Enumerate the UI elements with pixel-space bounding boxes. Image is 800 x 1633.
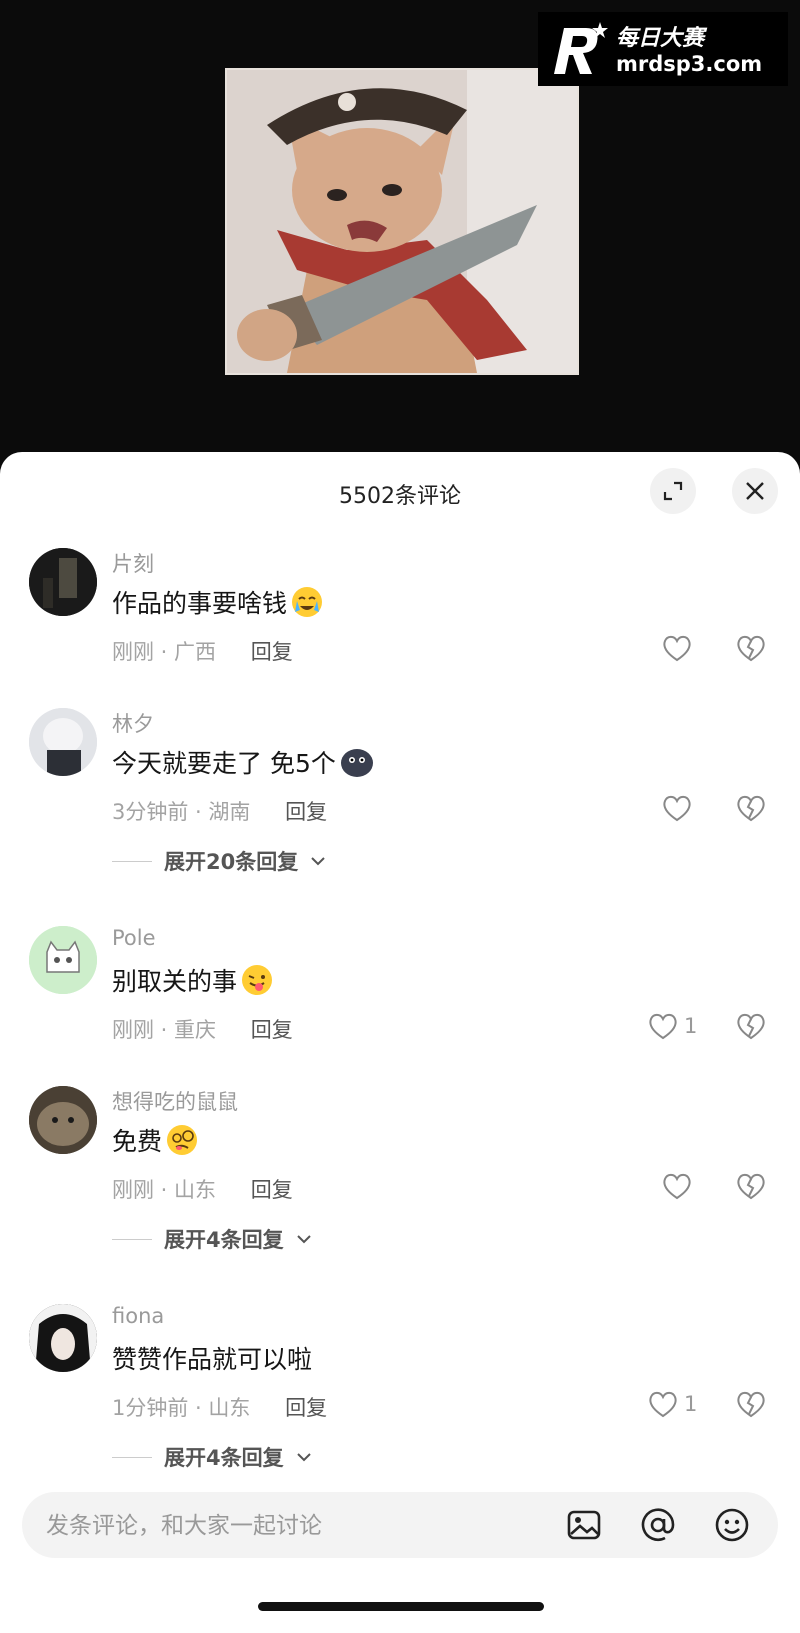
avatar[interactable] bbox=[29, 1086, 97, 1154]
dark-blob-emoji-icon bbox=[340, 749, 373, 777]
avatar[interactable] bbox=[29, 1304, 97, 1372]
divider bbox=[112, 860, 152, 862]
heart-icon bbox=[663, 1173, 691, 1200]
like-button[interactable]: 1 bbox=[648, 1012, 697, 1040]
watermark-title: 每日大赛 bbox=[616, 26, 705, 51]
comment-time-location: 刚刚 · 重庆 bbox=[112, 1018, 217, 1042]
reply-button[interactable]: 回复 bbox=[285, 800, 327, 824]
comment-text: 赞赞作品就可以啦 bbox=[112, 1345, 313, 1374]
reply-button[interactable]: 回复 bbox=[251, 1178, 293, 1202]
video-area[interactable]: 每日大赛 mrdsp3.com bbox=[0, 0, 800, 460]
chevron-down-icon bbox=[296, 1235, 311, 1244]
crying-emoji-icon bbox=[292, 587, 323, 617]
comment-time-location: 3分钟前 · 湖南 bbox=[112, 800, 251, 824]
expand-replies-label: 展开20条回复 bbox=[164, 850, 299, 874]
comment-username[interactable]: fiona bbox=[112, 1304, 164, 1328]
watermark: 每日大赛 mrdsp3.com bbox=[538, 12, 788, 86]
expand-icon bbox=[663, 481, 683, 501]
expand-replies-button[interactable]: 展开4条回复 bbox=[112, 1224, 312, 1254]
comment-text: 作品的事要啥钱 bbox=[112, 584, 323, 620]
comment-meta: 3分钟前 · 湖南 回复 bbox=[112, 796, 327, 826]
dislike-button[interactable] bbox=[736, 1012, 766, 1044]
heart-icon bbox=[649, 1013, 677, 1040]
dizzy-emoji-icon bbox=[167, 1125, 198, 1155]
broken-heart-icon bbox=[737, 635, 765, 662]
reply-button[interactable]: 回复 bbox=[251, 1018, 293, 1042]
like-button[interactable] bbox=[662, 1172, 698, 1200]
comment-meta: 刚刚 · 广西 回复 bbox=[112, 636, 293, 666]
close-icon bbox=[746, 482, 764, 500]
artwork-image bbox=[225, 68, 579, 375]
at-icon[interactable] bbox=[640, 1507, 676, 1543]
dislike-button[interactable] bbox=[736, 794, 766, 826]
chevron-down-icon bbox=[311, 857, 325, 866]
avatar[interactable] bbox=[29, 708, 97, 776]
divider bbox=[112, 1456, 152, 1458]
comment-username[interactable]: 林夕 bbox=[112, 708, 154, 738]
dislike-button[interactable] bbox=[736, 1172, 766, 1204]
comment-username[interactable]: 片刻 bbox=[112, 548, 154, 578]
comment-text: 别取关的事 bbox=[112, 962, 273, 998]
broken-heart-icon bbox=[737, 1391, 765, 1418]
expand-button[interactable] bbox=[650, 468, 696, 514]
like-button[interactable]: 1 bbox=[648, 1390, 697, 1418]
expand-replies-button[interactable]: 展开20条回复 bbox=[112, 846, 326, 876]
r-star-logo-icon bbox=[550, 20, 608, 78]
comment-sheet: 5502条评论 片刻 作品的事要啥钱 刚刚 · 广西 回复 林夕 今天就要走了 … bbox=[0, 452, 800, 1633]
broken-heart-icon bbox=[737, 1013, 765, 1040]
comment-meta: 刚刚 · 重庆 回复 bbox=[112, 1014, 293, 1044]
like-button[interactable] bbox=[662, 634, 698, 662]
close-button[interactable] bbox=[732, 468, 778, 514]
avatar[interactable] bbox=[29, 548, 97, 616]
like-count: 1 bbox=[684, 1392, 698, 1416]
comment-text: 免费 bbox=[112, 1122, 198, 1158]
like-count: 1 bbox=[684, 1014, 698, 1038]
avatar[interactable] bbox=[29, 926, 97, 994]
home-indicator bbox=[258, 1602, 544, 1611]
heart-icon bbox=[663, 635, 691, 662]
watermark-url: mrdsp3.com bbox=[616, 52, 763, 76]
like-button[interactable] bbox=[662, 794, 698, 822]
broken-heart-icon bbox=[737, 1173, 765, 1200]
heart-icon bbox=[663, 795, 691, 822]
comment-meta: 1分钟前 · 山东 回复 bbox=[112, 1392, 327, 1422]
broken-heart-icon bbox=[737, 795, 765, 822]
expand-replies-button[interactable]: 展开4条回复 bbox=[112, 1442, 312, 1472]
emoji-icon[interactable] bbox=[714, 1507, 750, 1543]
reply-button[interactable]: 回复 bbox=[285, 1396, 327, 1420]
chevron-down-icon bbox=[296, 1453, 311, 1462]
comment-input-bar bbox=[22, 1492, 778, 1560]
image-icon[interactable] bbox=[566, 1507, 602, 1543]
dislike-button[interactable] bbox=[736, 634, 766, 666]
divider bbox=[112, 1238, 152, 1240]
comment-meta: 刚刚 · 山东 回复 bbox=[112, 1174, 293, 1204]
expand-replies-label: 展开4条回复 bbox=[164, 1446, 284, 1470]
dislike-button[interactable] bbox=[736, 1390, 766, 1422]
comment-username[interactable]: Pole bbox=[112, 926, 156, 950]
comment-time-location: 1分钟前 · 山东 bbox=[112, 1396, 251, 1420]
reply-button[interactable]: 回复 bbox=[251, 640, 293, 664]
comment-time-location: 刚刚 · 广西 bbox=[112, 640, 217, 664]
heart-icon bbox=[649, 1391, 677, 1418]
wink-tongue-emoji-icon bbox=[242, 965, 273, 995]
comment-username[interactable]: 想得吃的鼠鼠 bbox=[112, 1086, 238, 1116]
comment-time-location: 刚刚 · 山东 bbox=[112, 1178, 217, 1202]
comment-input[interactable] bbox=[44, 1492, 528, 1560]
comment-text: 今天就要走了 免5个 bbox=[112, 744, 374, 780]
expand-replies-label: 展开4条回复 bbox=[164, 1228, 284, 1252]
